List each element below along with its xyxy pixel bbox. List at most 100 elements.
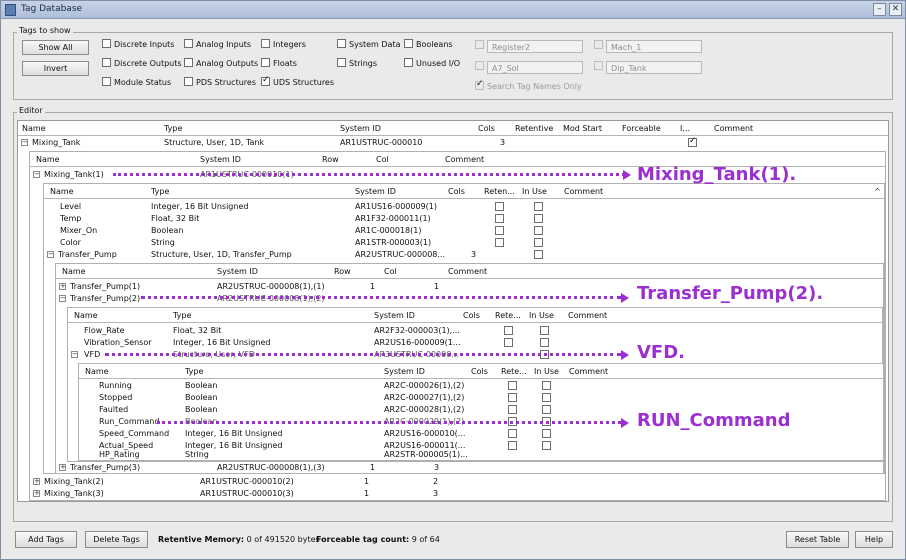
filter-field-a7sol[interactable]: A7_Sol bbox=[487, 61, 583, 74]
in-use-checkbox[interactable] bbox=[542, 441, 551, 450]
col-system-id[interactable]: System ID bbox=[340, 124, 381, 133]
col-comment[interactable]: Comment bbox=[564, 187, 603, 196]
col-type[interactable]: Type bbox=[173, 311, 191, 320]
col-comment[interactable]: Comment bbox=[445, 155, 484, 164]
chevron-up-icon[interactable]: ^ bbox=[874, 187, 881, 196]
col-name[interactable]: Name bbox=[85, 367, 109, 376]
table-row[interactable]: Flow_Rate Float, 32 Bit AR2F32-000003(1)… bbox=[68, 325, 882, 337]
table-row[interactable]: + Mixing_Tank(2) AR1USTRUC-000010(2) 1 2 bbox=[30, 476, 885, 488]
in-use-checkbox[interactable] bbox=[542, 381, 551, 390]
filter-checkbox-4[interactable] bbox=[594, 61, 606, 71]
help-button[interactable]: Help bbox=[855, 531, 893, 548]
collapse-icon[interactable]: − bbox=[47, 251, 54, 258]
in-use-checkbox[interactable] bbox=[542, 405, 551, 414]
retentive-checkbox[interactable] bbox=[508, 429, 517, 438]
table-row[interactable]: Mixer_On Boolean AR1C-000018(1) bbox=[44, 225, 884, 237]
io-checkbox[interactable] bbox=[688, 137, 697, 147]
col-name[interactable]: Name bbox=[62, 267, 86, 276]
expand-icon[interactable]: + bbox=[33, 490, 40, 497]
retentive-checkbox[interactable] bbox=[508, 441, 517, 450]
table-row[interactable]: Level Integer, 16 Bit Unsigned AR1US16-0… bbox=[44, 201, 884, 213]
show-all-button[interactable]: Show All bbox=[22, 40, 89, 55]
col-col[interactable]: Col bbox=[384, 267, 397, 276]
expand-icon[interactable]: + bbox=[33, 478, 40, 485]
retentive-checkbox[interactable] bbox=[495, 226, 504, 235]
table-row[interactable]: − Transfer_Pump Structure, User, 1D, Tra… bbox=[44, 249, 884, 261]
col-comment[interactable]: Comment bbox=[448, 267, 487, 276]
col-forceable[interactable]: Forceable bbox=[622, 124, 661, 133]
col-name[interactable]: Name bbox=[50, 187, 74, 196]
expand-icon[interactable]: + bbox=[59, 464, 66, 471]
table-row[interactable]: Running Boolean AR2C-000026(1),(2) bbox=[79, 380, 883, 392]
in-use-checkbox[interactable] bbox=[534, 238, 543, 247]
col-name[interactable]: Name bbox=[36, 155, 60, 164]
in-use-checkbox[interactable] bbox=[534, 202, 543, 211]
col-retentive[interactable]: Reten... bbox=[484, 187, 515, 196]
expand-icon[interactable]: + bbox=[59, 283, 66, 290]
col-system-id[interactable]: System ID bbox=[374, 311, 415, 320]
col-cols[interactable]: Cols bbox=[471, 367, 488, 376]
analog-inputs-checkbox[interactable]: Analog Inputs bbox=[184, 39, 251, 49]
table-row[interactable]: + Mixing_Tank(3) AR1USTRUC-000010(3) 1 3 bbox=[30, 488, 885, 500]
retentive-checkbox[interactable] bbox=[495, 214, 504, 223]
col-comment[interactable]: Comment bbox=[569, 367, 608, 376]
add-tags-button[interactable]: Add Tags bbox=[15, 531, 77, 548]
in-use-checkbox[interactable] bbox=[540, 326, 549, 335]
filter-checkbox-2[interactable] bbox=[594, 40, 606, 50]
table-row[interactable]: − Mixing_Tank Structure, User, 1D, Tank … bbox=[18, 137, 888, 149]
close-icon[interactable]: ✕ bbox=[889, 3, 902, 16]
discrete-outputs-checkbox[interactable]: Discrete Outputs bbox=[102, 58, 182, 68]
col-comment[interactable]: Comment bbox=[714, 124, 753, 133]
table-row[interactable]: + Transfer_Pump(3) AR2USTRUC-000008(1),(… bbox=[56, 462, 883, 474]
table-row[interactable]: HP_Rating String AR2STR-000005(1)... bbox=[79, 450, 883, 461]
col-system-id[interactable]: System ID bbox=[200, 155, 241, 164]
delete-tags-button[interactable]: Delete Tags bbox=[85, 531, 148, 548]
strings-checkbox[interactable]: Strings bbox=[337, 58, 377, 68]
col-type[interactable]: Type bbox=[164, 124, 182, 133]
retentive-checkbox[interactable] bbox=[495, 238, 504, 247]
col-system-id[interactable]: System ID bbox=[355, 187, 396, 196]
analog-outputs-checkbox[interactable]: Analog Outputs bbox=[184, 58, 258, 68]
in-use-checkbox[interactable] bbox=[534, 250, 543, 259]
col-retentive[interactable]: Rete... bbox=[501, 367, 527, 376]
in-use-checkbox[interactable] bbox=[534, 214, 543, 223]
module-status-checkbox[interactable]: Module Status bbox=[102, 77, 171, 87]
col-system-id[interactable]: System ID bbox=[384, 367, 425, 376]
col-row[interactable]: Row bbox=[334, 267, 351, 276]
pds-structures-checkbox[interactable]: PDS Structures bbox=[184, 77, 256, 87]
table-row[interactable]: Stopped Boolean AR2C-000027(1),(2) bbox=[79, 392, 883, 404]
col-cols[interactable]: Cols bbox=[463, 311, 480, 320]
floats-checkbox[interactable]: Floats bbox=[261, 58, 297, 68]
col-cols[interactable]: Cols bbox=[478, 124, 495, 133]
system-data-checkbox[interactable]: System Data bbox=[337, 39, 400, 49]
collapse-icon[interactable]: − bbox=[33, 171, 40, 178]
table-row[interactable]: Color String AR1STR-000003(1) bbox=[44, 237, 884, 249]
table-row[interactable]: Temp Float, 32 Bit AR1F32-000011(1) bbox=[44, 213, 884, 225]
discrete-inputs-checkbox[interactable]: Discrete Inputs bbox=[102, 39, 174, 49]
in-use-checkbox[interactable] bbox=[542, 429, 551, 438]
in-use-checkbox[interactable] bbox=[540, 338, 549, 347]
reset-table-button[interactable]: Reset Table bbox=[786, 531, 849, 548]
uds-structures-checkbox[interactable]: UDS Structures bbox=[261, 75, 334, 87]
retentive-checkbox[interactable] bbox=[495, 202, 504, 211]
filter-field-mach1[interactable]: Mach_1 bbox=[606, 40, 702, 53]
col-in-use[interactable]: In Use bbox=[534, 367, 559, 376]
search-tag-names-checkbox[interactable]: Search Tag Names Only bbox=[475, 79, 582, 91]
filter-field-register2[interactable]: Register2 bbox=[487, 40, 583, 53]
retentive-checkbox[interactable] bbox=[508, 381, 517, 390]
minimize-button[interactable]: – bbox=[873, 3, 886, 16]
filter-field-diptank[interactable]: Dip_Tank bbox=[606, 61, 702, 74]
col-cols[interactable]: Cols bbox=[448, 187, 465, 196]
filter-checkbox-1[interactable] bbox=[475, 40, 487, 50]
col-col[interactable]: Col bbox=[376, 155, 389, 164]
col-retentive[interactable]: Retentive bbox=[515, 124, 553, 133]
col-row[interactable]: Row bbox=[322, 155, 339, 164]
retentive-checkbox[interactable] bbox=[508, 393, 517, 402]
collapse-icon[interactable]: − bbox=[71, 351, 78, 358]
col-mod-start[interactable]: Mod Start bbox=[563, 124, 602, 133]
retentive-checkbox[interactable] bbox=[508, 405, 517, 414]
retentive-checkbox[interactable] bbox=[504, 338, 513, 347]
col-type[interactable]: Type bbox=[151, 187, 169, 196]
col-io[interactable]: I... bbox=[680, 124, 690, 133]
integers-checkbox[interactable]: Integers bbox=[261, 39, 306, 49]
